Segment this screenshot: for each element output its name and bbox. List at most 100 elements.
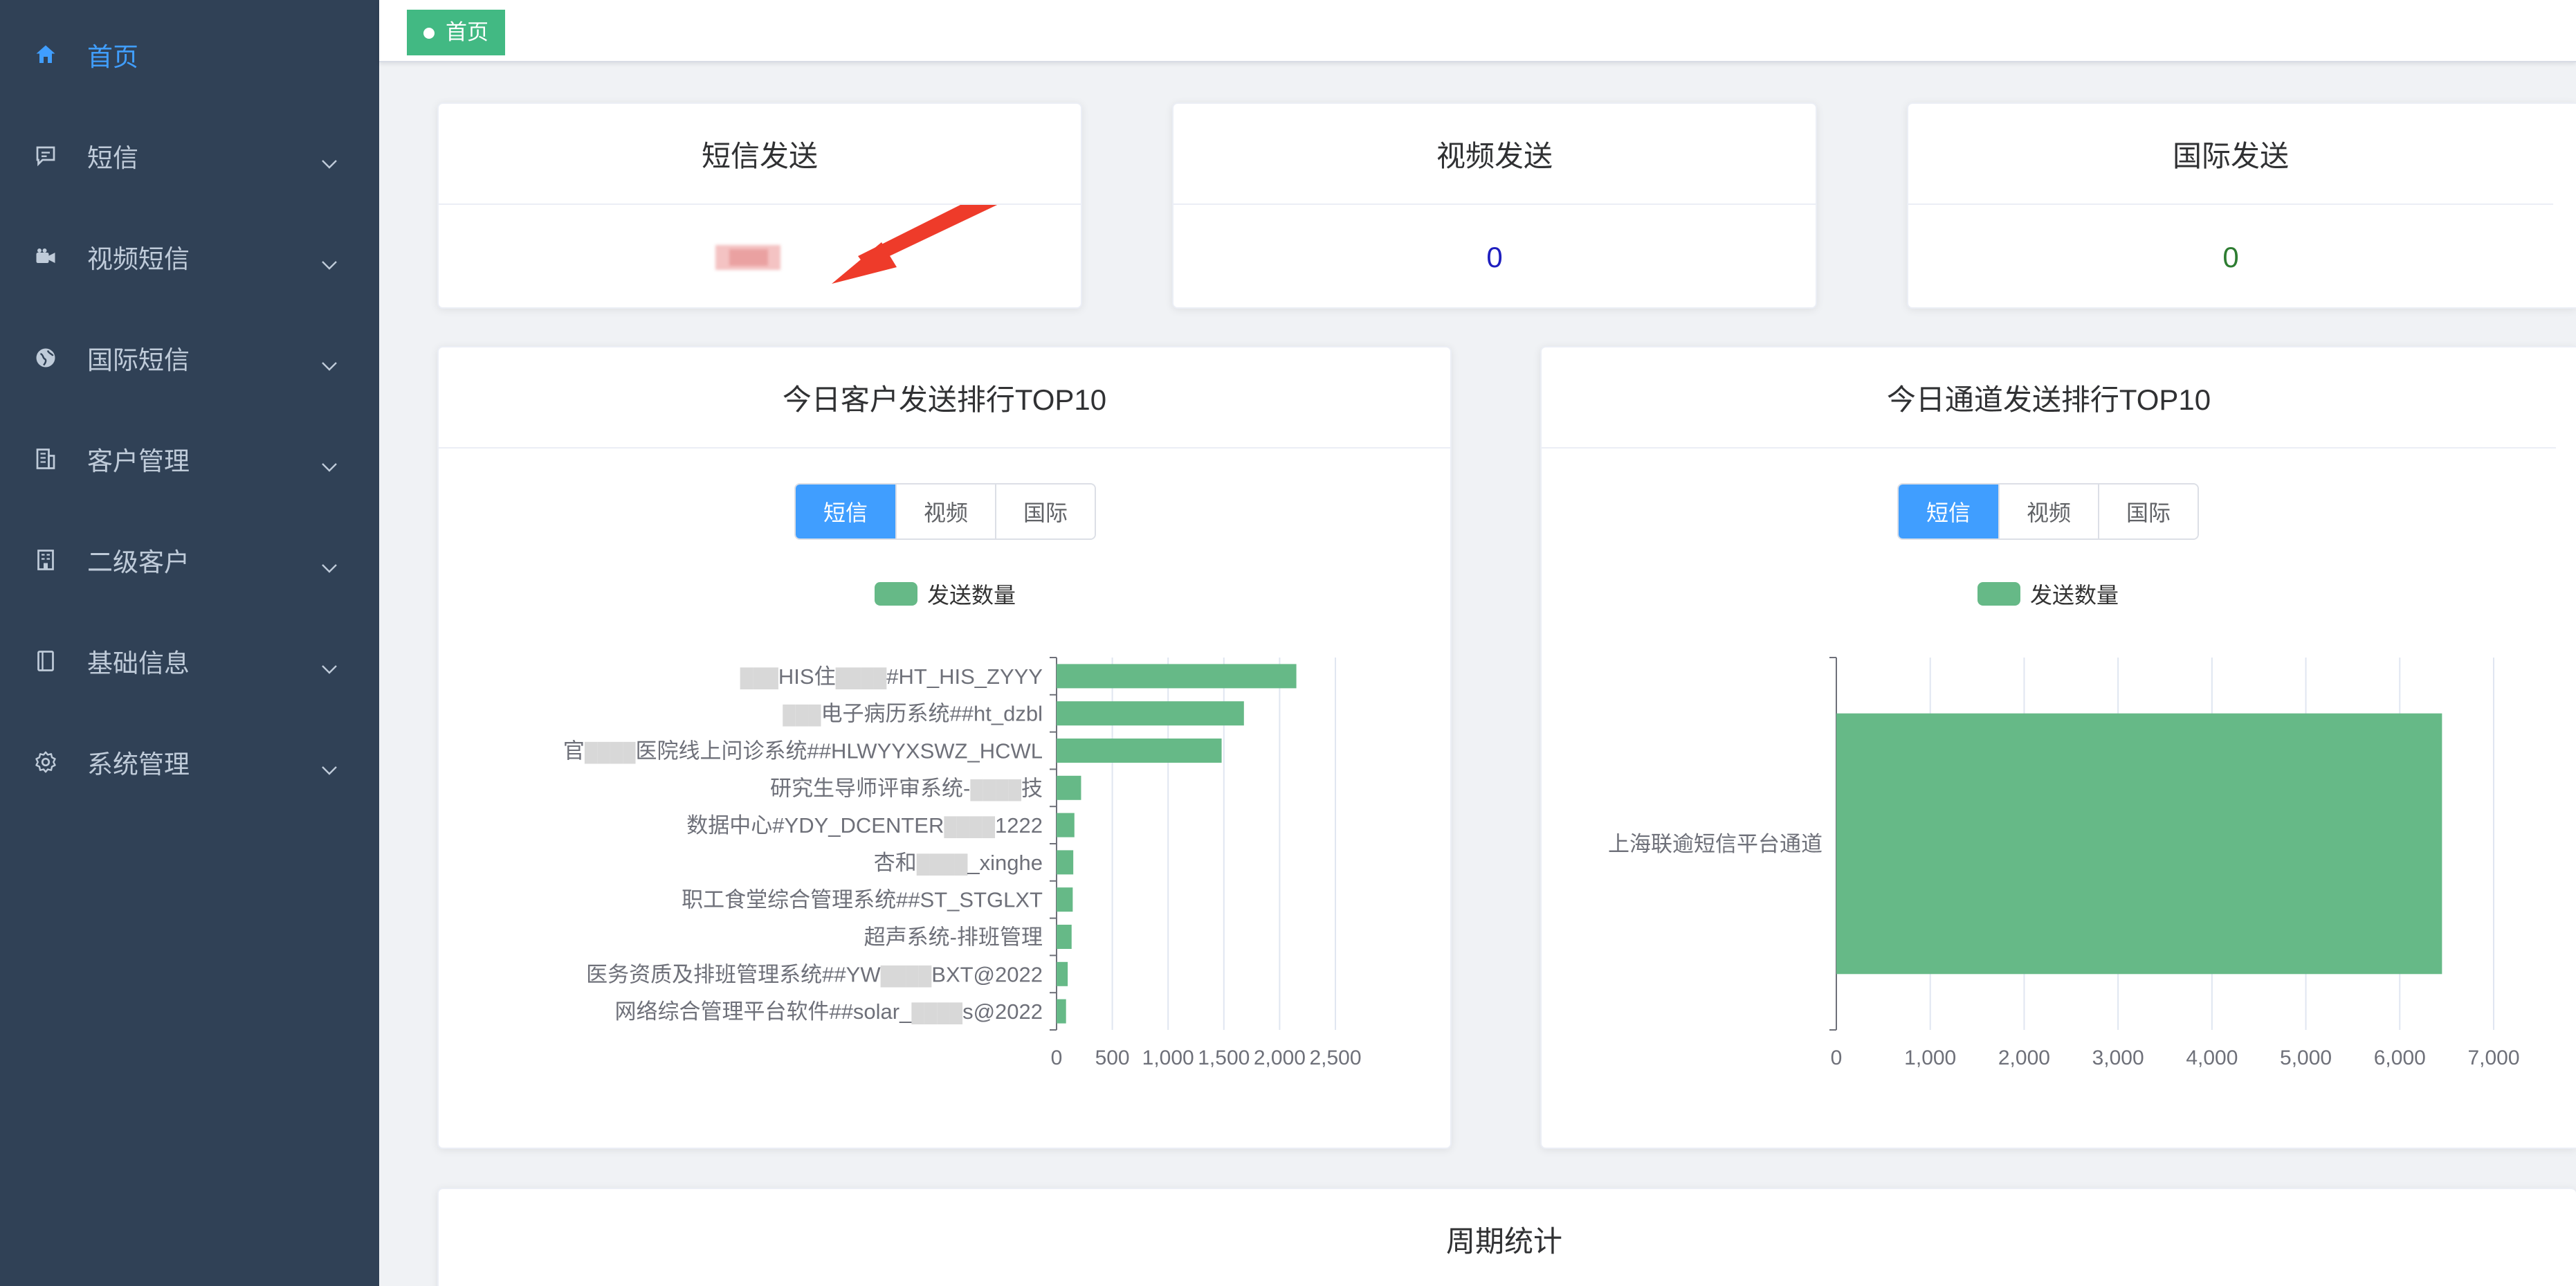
- main-content: 首页 短信发送 视频发送 0 国际发送 0 今日客户发送排行TOP10 短信 视…: [379, 0, 2576, 1286]
- chevron-down-icon: [320, 754, 339, 775]
- video-camera-icon: [33, 244, 58, 269]
- bar: [1057, 813, 1075, 837]
- channel-rank-title: 今日通道发送排行TOP10: [1542, 347, 2556, 449]
- legend-label: 发送数量: [2030, 583, 2119, 608]
- customer-rank-title: 今日客户发送排行TOP10: [439, 347, 1450, 449]
- tags-view-bar: 首页: [379, 0, 2576, 62]
- bar: [1836, 713, 2442, 975]
- x-tick-label: 6,000: [2374, 1047, 2426, 1069]
- bar: [1057, 664, 1297, 689]
- y-tick-label: 上海联逾短信平台通道: [1608, 832, 1823, 856]
- sidebar-item-label: 短信: [87, 144, 138, 172]
- y-tick-label: 数据中心#YDY_DCENTER████1222数据中心#YDY_DCENTER…: [686, 813, 1043, 838]
- y-tick-label: 超声系统-排班管理超声系统-排班管理: [864, 925, 1043, 950]
- period-stats-title: 周期统计: [439, 1189, 2570, 1286]
- sidebar-item-label: 系统管理: [87, 750, 190, 779]
- y-tick-label: 职工食堂综合管理系统##ST_STGLXT职工食堂综合管理系统##ST_STGL…: [682, 888, 1043, 912]
- sidebar-item-4[interactable]: 客户管理: [0, 408, 379, 509]
- bar: [1057, 701, 1244, 726]
- tab-video[interactable]: 视频: [895, 484, 995, 538]
- stat-card-title: 视频发送: [1173, 104, 1816, 205]
- sidebar-item-label: 客户管理: [87, 447, 190, 476]
- notebook-icon: [33, 649, 58, 673]
- bar: [1057, 739, 1222, 763]
- y-tick-label: 医务资质及排班管理系统##YW████BXT@2022医务资质及排班管理系统##…: [586, 962, 1043, 987]
- x-tick-label: 0: [1831, 1047, 1843, 1069]
- home-icon: [33, 42, 58, 67]
- x-tick-label: 2,500: [1309, 1047, 1361, 1069]
- building-icon: [33, 446, 58, 471]
- stat-card-title: 国际发送: [1908, 104, 2553, 205]
- x-tick-label: 3,000: [2092, 1047, 2144, 1069]
- tab-video[interactable]: 视频: [1998, 484, 2098, 538]
- sidebar-item-1[interactable]: 短信: [0, 105, 379, 206]
- x-tick-label: 2,000: [1998, 1047, 2050, 1069]
- sidebar-item-7[interactable]: 系统管理: [0, 712, 379, 813]
- chevron-down-icon: [320, 350, 339, 371]
- x-tick-label: 500: [1095, 1047, 1130, 1069]
- tag-active-dot-icon: [423, 28, 435, 39]
- sidebar: 首页短信视频短信国际短信客户管理二级客户基础信息系统管理: [0, 0, 379, 1286]
- sidebar-item-6[interactable]: 基础信息: [0, 610, 379, 712]
- x-tick-label: 5,000: [2280, 1047, 2332, 1069]
- x-tick-label: 0: [1051, 1047, 1063, 1069]
- x-tick-label: 4,000: [2186, 1047, 2238, 1069]
- tab-international[interactable]: 国际: [2098, 484, 2198, 538]
- bar: [1057, 775, 1081, 800]
- bar: [1057, 961, 1068, 986]
- stat-card-video: 视频发送 0: [1172, 102, 1817, 309]
- bar: [1057, 850, 1074, 875]
- x-tick-label: 1,000: [1904, 1047, 1956, 1069]
- chevron-down-icon: [320, 451, 339, 472]
- customer-rank-card: 今日客户发送排行TOP10 短信 视频 国际 发送数量 0 500 1,000 1,5…: [437, 346, 1452, 1149]
- message-icon: [33, 143, 58, 168]
- tab-sms[interactable]: 短信: [1899, 484, 1998, 538]
- x-tick-label: 7,000: [2467, 1047, 2519, 1069]
- period-stats-card: 周期统计: [437, 1188, 2576, 1286]
- chevron-down-icon: [320, 147, 339, 169]
- tag-home[interactable]: 首页: [407, 10, 505, 55]
- chart-legend[interactable]: 发送数量: [1977, 580, 2119, 608]
- tab-sms[interactable]: 短信: [796, 484, 895, 538]
- stat-value-sms: [439, 205, 1081, 307]
- x-tick-label: 1,500: [1198, 1047, 1250, 1069]
- y-tick-label: ███电子病历系统##ht_dzbl电子病历系统##ht_dzbl: [783, 702, 1043, 727]
- globe-icon: [33, 345, 58, 370]
- tab-international[interactable]: 国际: [995, 484, 1095, 538]
- tag-home-label: 首页: [446, 20, 488, 44]
- bar: [1057, 925, 1072, 949]
- stat-card-sms: 短信发送: [437, 102, 1082, 309]
- y-tick-label: 研究生导师评审系统-████技研究生导师评审系统: [770, 776, 1043, 801]
- customer-rank-chart: 0 500 1,000 1,500 2,000 2,500 ███HIS住████#HT_H…: [563, 657, 1362, 1069]
- sidebar-item-5[interactable]: 二级客户: [0, 509, 379, 610]
- chevron-down-icon: [320, 653, 339, 674]
- chevron-down-icon: [320, 552, 339, 573]
- sidebar-item-label: 国际短信: [87, 346, 190, 374]
- chevron-down-icon: [320, 248, 339, 270]
- legend-swatch: [875, 582, 917, 606]
- sidebar-item-2[interactable]: 视频短信: [0, 206, 379, 307]
- channel-rank-card: 今日通道发送排行TOP10 短信 视频 国际 发送数量 0 1,000 2,000 3…: [1540, 346, 2576, 1149]
- sidebar-item-label: 基础信息: [87, 649, 190, 678]
- stat-card-international: 国际发送 0: [1907, 102, 2576, 309]
- sidebar-item-label: 视频短信: [87, 245, 190, 273]
- sidebar-item-label: 首页: [87, 43, 138, 71]
- stat-value-video: 0: [1486, 241, 1503, 273]
- y-tick-label: 网络综合管理平台软件##solar_████s@2022网络综合管理平台软件##…: [614, 999, 1043, 1024]
- channel-rank-tabs: 短信 视频 国际: [1897, 483, 2199, 540]
- chart-legend[interactable]: 发送数量: [875, 580, 1016, 608]
- x-tick-label: 1,000: [1142, 1047, 1194, 1069]
- y-tick-label: 官████医院线上问诊系统##HLWYYXSWZ_HCWL医院线上问诊系统##H…: [563, 739, 1043, 764]
- office-icon: [33, 547, 58, 572]
- customer-rank-tabs: 短信 视频 国际: [794, 483, 1096, 540]
- stat-card-title: 短信发送: [439, 104, 1081, 205]
- y-tick-label: 杏和████_xinghe杏和_xinghe: [874, 851, 1043, 876]
- legend-swatch: [1977, 582, 2020, 606]
- redaction-arrow-icon: [715, 205, 998, 284]
- gear-icon: [33, 750, 58, 775]
- x-tick-label: 2,000: [1254, 1047, 1306, 1069]
- legend-label: 发送数量: [927, 583, 1016, 608]
- sidebar-item-0[interactable]: 首页: [0, 4, 379, 105]
- stat-value-international: 0: [2222, 241, 2239, 273]
- sidebar-item-3[interactable]: 国际短信: [0, 307, 379, 408]
